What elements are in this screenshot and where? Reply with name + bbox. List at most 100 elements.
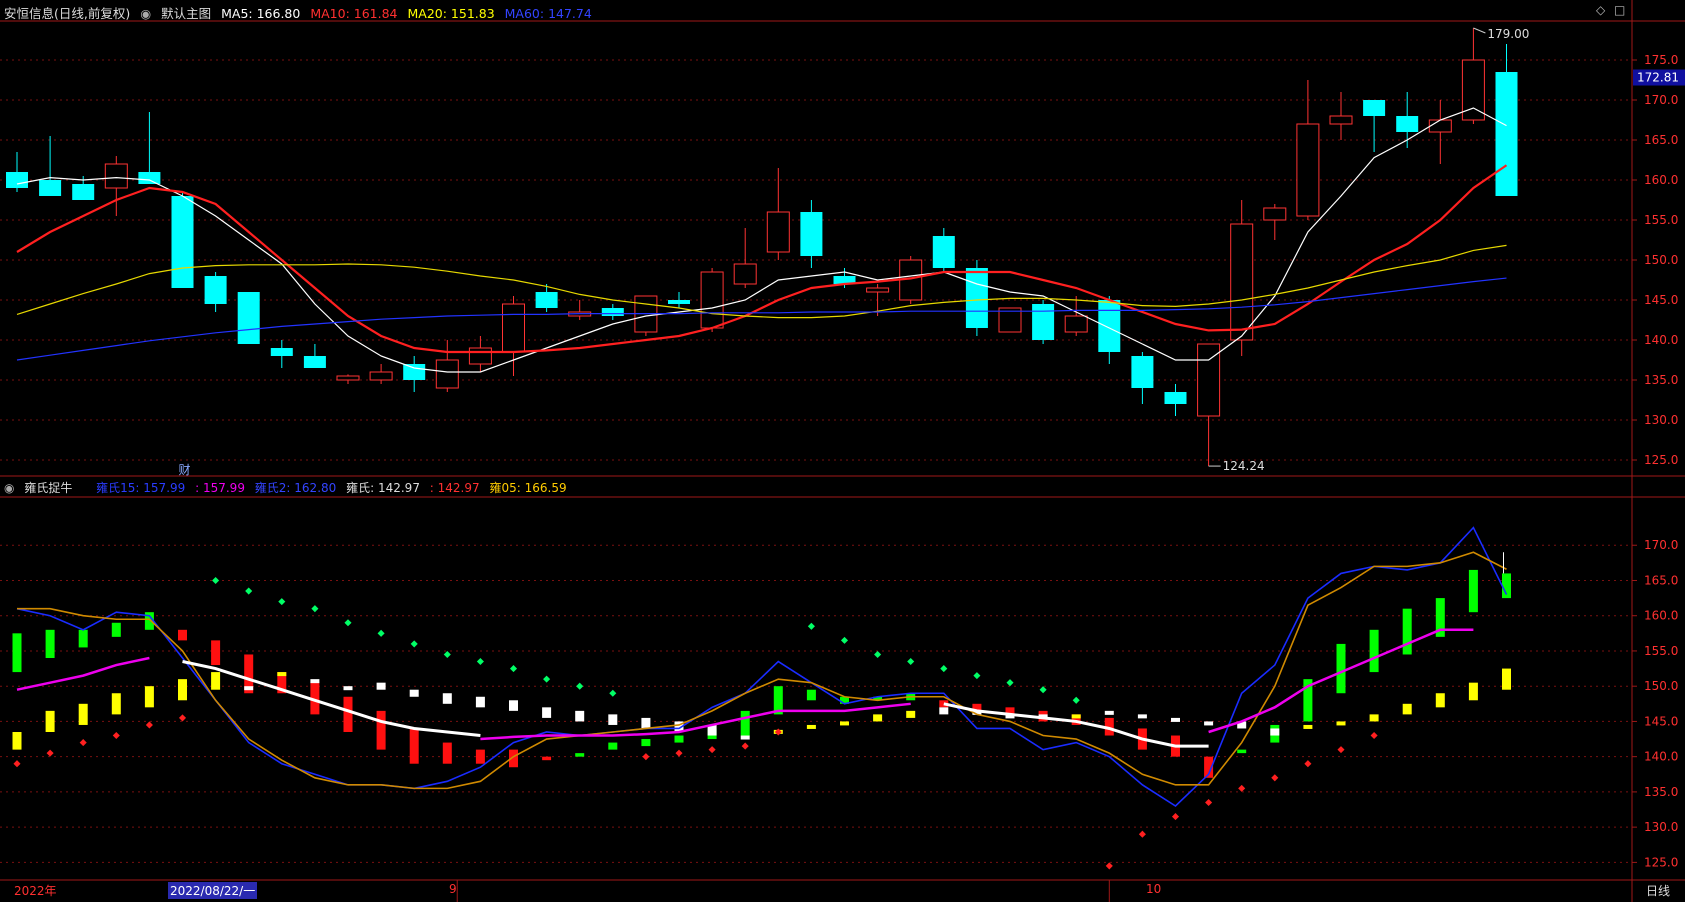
indicator-dot xyxy=(443,650,451,659)
candle-body xyxy=(668,300,690,304)
main-chart-label[interactable]: 默认主图 xyxy=(161,6,211,21)
ma10-label: MA10: 161.84 xyxy=(310,6,398,21)
indicator-mid-bar xyxy=(1402,703,1412,715)
stock-title: 安恒信息(日线,前复权) xyxy=(4,6,131,21)
ma20-label: MA20: 151.83 xyxy=(407,6,495,21)
candle-body xyxy=(171,196,194,288)
candle-body xyxy=(104,163,128,189)
indicator-bar xyxy=(674,735,684,743)
indicator-value-15b: : 157.99 xyxy=(195,481,245,495)
maximize-icon[interactable]: □ xyxy=(1614,3,1625,17)
candle-body xyxy=(1296,123,1320,217)
y-tick-label: 135.0 xyxy=(1644,373,1678,387)
indicator-dot xyxy=(940,665,948,673)
indicator-value-base: 雍氏: 142.97 xyxy=(346,481,420,495)
y-tick-label: 165.0 xyxy=(1644,133,1678,147)
indicator-dot xyxy=(741,742,749,750)
indicator-mid-bar xyxy=(542,707,552,718)
candle-body xyxy=(932,236,955,268)
indicator-mid-bar xyxy=(1104,710,1114,715)
indicator-bar xyxy=(1237,749,1247,754)
candle-body xyxy=(138,172,161,184)
indicator-dot xyxy=(907,657,915,666)
diamond-icon[interactable]: ◇ xyxy=(1596,3,1605,17)
indicator-mid-bar xyxy=(1071,714,1081,719)
indicator-dot xyxy=(476,657,484,666)
candle-body xyxy=(1230,223,1254,341)
ma5-label: MA5: 166.80 xyxy=(221,6,301,21)
indicator-mid-bar xyxy=(343,686,353,691)
candle-body xyxy=(237,292,260,344)
indicator-mid-bar xyxy=(78,703,88,725)
y-tick-label: 170.0 xyxy=(1644,93,1678,107)
cursor-date-label: 2022/08/22/一 xyxy=(168,882,258,899)
price-tag-label: 172.81 xyxy=(1637,71,1679,85)
indicator-dot xyxy=(576,682,584,690)
indicator-mid-bar xyxy=(1468,682,1478,701)
indicator-y-tick-label: 125.0 xyxy=(1644,855,1678,869)
indicator-bar xyxy=(442,742,452,764)
indicator-mid-bar xyxy=(442,693,452,704)
candle-body xyxy=(700,271,724,329)
indicator-dot xyxy=(1171,813,1180,821)
indicator-value-base-b: : 142.97 xyxy=(429,481,480,495)
candle-body xyxy=(1098,300,1121,352)
indicator-mid-bar xyxy=(45,710,55,732)
indicator-mid-bar xyxy=(641,717,651,729)
indicator-dot xyxy=(1304,760,1312,768)
chevron-down-icon[interactable]: ◉ xyxy=(4,481,14,495)
indicator-mid-bar xyxy=(1204,721,1214,726)
indicator-dot xyxy=(112,731,120,740)
indicator-mid-bar xyxy=(376,682,386,690)
candle-body xyxy=(369,371,393,381)
indicator-dot xyxy=(1337,746,1345,754)
x-label-month-9: 9 xyxy=(449,882,457,896)
candle-body xyxy=(502,303,525,353)
indicator-dot xyxy=(1238,784,1246,792)
indicator-mid-bar xyxy=(409,689,419,697)
indicator-dot xyxy=(807,622,815,630)
indicator-mid-bar xyxy=(12,732,22,750)
high-label: 179.00 xyxy=(1487,27,1529,41)
candle-body xyxy=(866,287,890,293)
period-label[interactable]: 日线 xyxy=(1646,882,1670,899)
indicator-dot xyxy=(1271,774,1279,782)
candle-body xyxy=(303,356,326,368)
indicator-dot xyxy=(46,749,54,757)
indicator-dot xyxy=(774,728,782,736)
candle-body xyxy=(1396,116,1419,132)
indicator-header: ◉ 雍氏捉牛 雍氏15: 157.99 : 157.99 雍氏2: 162.80… xyxy=(4,479,573,496)
candle-body xyxy=(601,308,624,316)
indicator-value-15: 雍氏15: 157.99 xyxy=(96,481,186,495)
indicator-mid-bar xyxy=(111,693,121,715)
indicator-dot xyxy=(1072,696,1080,704)
indicator-mid-bar xyxy=(1171,717,1180,722)
indicator-dot xyxy=(1138,830,1146,838)
indicator-mid-bar xyxy=(277,672,287,677)
y-tick-label: 150.0 xyxy=(1644,253,1678,267)
indicator-dot xyxy=(245,587,253,595)
indicator-y-tick-label: 135.0 xyxy=(1644,785,1678,799)
indicator-title[interactable]: 雍氏捉牛 xyxy=(24,481,72,495)
candle-body xyxy=(535,292,558,308)
y-tick-label: 140.0 xyxy=(1644,333,1678,347)
indicator-value-05: 雍05: 166.59 xyxy=(489,481,567,495)
indicator-y-tick-label: 165.0 xyxy=(1644,573,1678,587)
candle-body xyxy=(336,375,360,381)
indicator-mid-bar xyxy=(873,714,883,722)
candle-body xyxy=(270,348,293,356)
candle-body xyxy=(39,180,62,196)
candle-body xyxy=(1032,304,1055,340)
indicator-bar xyxy=(211,640,221,666)
candle-body xyxy=(733,263,757,285)
indicator-bar xyxy=(78,629,88,648)
indicator-bar xyxy=(111,622,121,637)
indicator-dot xyxy=(1006,679,1014,687)
indicator-dot xyxy=(145,721,153,729)
indicator-bar xyxy=(475,749,485,764)
chart-canvas[interactable]: 125.0 130.0 135.0 140.0 145.0 150.0 155.0 160.0… xyxy=(0,0,1685,902)
indicator-dot xyxy=(79,739,87,747)
indicator-dot xyxy=(973,672,981,680)
chevron-down-icon[interactable]: ◉ xyxy=(140,6,151,21)
y-tick-label: 130.0 xyxy=(1644,413,1678,427)
